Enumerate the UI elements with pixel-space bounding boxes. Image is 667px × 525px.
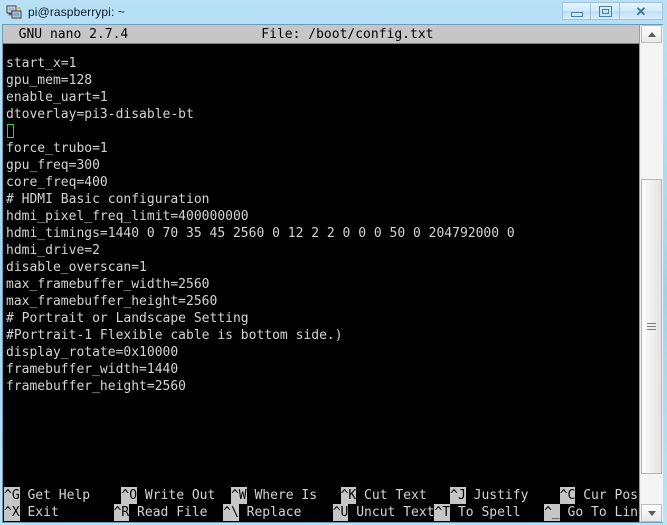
nano-shortcut-bar: ^G Get Help ^O Write Out ^W Where Is ^K … xyxy=(3,486,640,522)
editor-line: display_rotate=0x10000 xyxy=(6,345,179,360)
scroll-up-button[interactable] xyxy=(641,25,662,43)
editor-line: hdmi_pixel_freq_limit=400000000 xyxy=(6,209,249,224)
nano-shortcut-row-1: ^G Get Help ^O Write Out ^W Where Is ^K … xyxy=(3,487,640,504)
shortcut-key[interactable]: ^_ xyxy=(544,504,560,521)
shortcut-label: Get Help xyxy=(19,488,122,503)
terminal-screen[interactable]: GNU nano 2.7.4 File: /boot/config.txt st… xyxy=(3,25,640,522)
editor-line: dtoverlay=pi3-disable-bt xyxy=(6,107,194,122)
editor-line: core_freq=400 xyxy=(6,175,108,190)
vertical-scrollbar[interactable] xyxy=(639,25,663,522)
shortcut-key[interactable]: ^U xyxy=(332,504,349,521)
text-cursor xyxy=(7,124,14,138)
nano-editor-body[interactable]: start_x=1 gpu_mem=128 enable_uart=1dtoverl… xyxy=(3,44,640,488)
editor-line: hdmi_timings=1440 0 70 35 45 2560 0 12 2… xyxy=(6,226,515,241)
scrollbar-track[interactable] xyxy=(641,43,662,504)
scroll-down-button[interactable] xyxy=(641,504,662,522)
shortcut-key[interactable]: ^C xyxy=(559,487,576,504)
window-titlebar[interactable]: pi@raspberrypi: ~ ✕ xyxy=(0,0,667,24)
nano-file-label: File: /boot/config.txt xyxy=(261,27,434,42)
shortcut-label: Replace xyxy=(238,505,333,520)
shortcut-key[interactable]: ^G xyxy=(4,487,20,504)
chevron-up-icon xyxy=(647,31,656,37)
maximize-button[interactable] xyxy=(591,2,620,20)
editor-line: disable_overscan=1 xyxy=(6,260,147,275)
chevron-down-icon xyxy=(647,510,656,516)
editor-line: start_x=1 xyxy=(6,56,77,71)
shortcut-key[interactable]: ^X xyxy=(4,504,20,521)
shortcut-label: Justify xyxy=(465,488,560,503)
editor-line: framebuffer_height=2560 xyxy=(6,379,187,394)
editor-line: #Portrait-1 Flexible cable is bottom sid… xyxy=(6,328,343,343)
shortcut-key[interactable]: ^W xyxy=(230,487,247,504)
window-title: pi@raspberrypi: ~ xyxy=(28,5,125,19)
nano-shortcut-row-2: ^X Exit ^R Read File ^\ Replace ^U Uncut… xyxy=(3,504,640,521)
shortcut-label: Read File xyxy=(129,505,224,520)
editor-line: enable_uart=1 xyxy=(6,90,108,105)
shortcut-key[interactable]: ^T xyxy=(434,504,451,521)
shortcut-label: Write Out xyxy=(137,488,231,503)
editor-line: gpu_mem=128 xyxy=(6,73,93,88)
shortcut-label: To Spell xyxy=(450,505,545,520)
close-icon: ✕ xyxy=(635,3,647,19)
shortcut-label: Go To Line xyxy=(559,505,640,520)
editor-line: force_trubo=1 xyxy=(6,141,108,156)
shortcut-label: Uncut Text xyxy=(348,505,435,520)
shortcut-label: Where Is xyxy=(246,488,341,503)
maximize-icon xyxy=(598,5,612,17)
editor-line: # Portrait or Landscape Setting xyxy=(6,311,249,326)
editor-line: max_framebuffer_width=2560 xyxy=(6,277,210,292)
shortcut-key[interactable]: ^K xyxy=(340,487,357,504)
shortcut-label: Exit xyxy=(19,505,114,520)
shortcut-key[interactable]: ^\ xyxy=(223,504,239,521)
shortcut-label: Cur Pos xyxy=(575,488,638,503)
putty-window: pi@raspberrypi: ~ ✕ GNU nano 2.7.4 File:… xyxy=(0,0,667,525)
editor-line: max_framebuffer_height=2560 xyxy=(6,294,218,309)
minimize-button[interactable] xyxy=(562,2,591,20)
editor-line: hdmi_drive=2 xyxy=(6,243,100,258)
editor-line: # HDMI Basic configuration xyxy=(6,192,210,207)
nano-header-gap xyxy=(128,27,261,42)
nano-header-bar: GNU nano 2.7.4 File: /boot/config.txt xyxy=(3,25,640,44)
putty-icon xyxy=(6,4,22,20)
shortcut-label: Cut Text xyxy=(356,488,451,503)
window-controls: ✕ xyxy=(562,2,663,20)
shortcut-key[interactable]: ^R xyxy=(113,504,130,521)
grip-icon xyxy=(647,323,656,330)
terminal-client-area: GNU nano 2.7.4 File: /boot/config.txt st… xyxy=(2,24,663,523)
editor-line: framebuffer_width=1440 xyxy=(6,362,179,377)
nano-version-label: GNU nano 2.7.4 xyxy=(3,27,129,42)
minimize-icon xyxy=(570,11,583,17)
close-button[interactable]: ✕ xyxy=(620,2,663,20)
scrollbar-thumb[interactable] xyxy=(641,179,662,474)
editor-line: gpu_freq=300 xyxy=(6,158,100,173)
editor-line xyxy=(3,123,640,140)
shortcut-key[interactable]: ^J xyxy=(450,487,466,504)
shortcut-key[interactable]: ^O xyxy=(121,487,138,504)
